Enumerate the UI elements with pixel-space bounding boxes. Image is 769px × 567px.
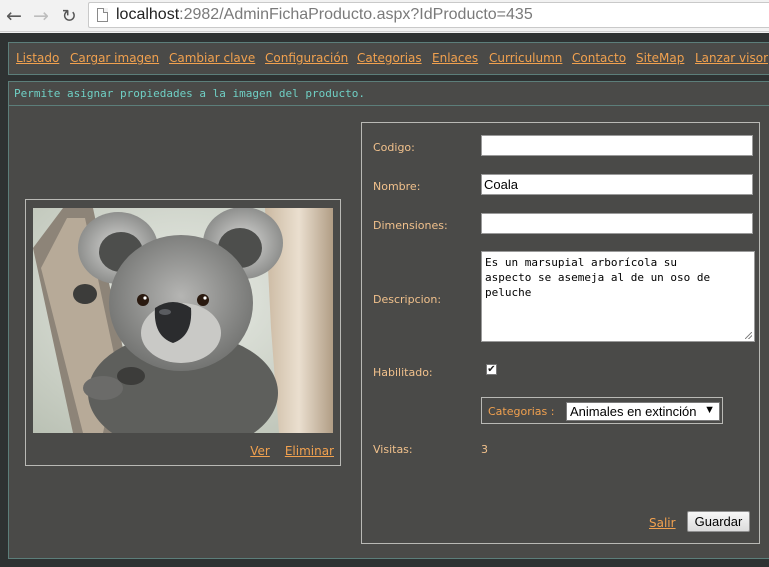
forward-icon[interactable]: → <box>30 5 52 27</box>
image-actions: Ver Eliminar <box>250 444 334 458</box>
menu-item-configuracion[interactable]: Configuración <box>265 51 348 65</box>
descripcion-label: Descripcion: <box>373 293 442 306</box>
main-panel: Permite asignar propiedades a la imagen … <box>8 81 769 559</box>
product-form: Codigo: Nombre: Coala Dimensiones: Descr… <box>361 122 760 544</box>
product-image <box>33 208 333 433</box>
koala-image <box>33 208 333 433</box>
guardar-button[interactable]: Guardar <box>687 511 750 532</box>
info-bar: Permite asignar propiedades a la imagen … <box>9 82 769 106</box>
habilitado-checkbox[interactable]: ✔ <box>486 364 497 375</box>
dimensiones-field[interactable] <box>481 213 753 234</box>
info-text: Permite asignar propiedades a la imagen … <box>14 87 365 100</box>
url-path: :2982/AdminFichaProducto.aspx?IdProducto… <box>179 6 533 23</box>
menu-item-contacto[interactable]: Contacto <box>572 51 626 65</box>
salir-link[interactable]: Salir <box>649 516 676 530</box>
dropdown-arrow-icon: ▼ <box>704 404 715 416</box>
top-menu: Listado Cargar imagen Cambiar clave Conf… <box>8 42 769 75</box>
menu-item-listado[interactable]: Listado <box>16 51 59 65</box>
visitas-label: Visitas: <box>373 443 413 456</box>
check-icon: ✔ <box>487 363 496 375</box>
back-icon[interactable]: ← <box>3 5 25 27</box>
descripcion-text: Es un marsupial arborícola su aspecto se… <box>485 256 711 299</box>
reload-icon[interactable]: ↻ <box>58 5 80 27</box>
menu-item-cargar-imagen[interactable]: Cargar imagen <box>70 51 159 65</box>
menu-item-lanzar-visor[interactable]: Lanzar visor <box>695 51 768 65</box>
codigo-field[interactable] <box>481 135 753 156</box>
habilitado-label: Habilitado: <box>373 366 433 379</box>
menu-item-curriculumn[interactable]: Curriculumn <box>489 51 562 65</box>
descripcion-textarea[interactable]: Es un marsupial arborícola su aspecto se… <box>481 251 755 342</box>
nombre-field[interactable]: Coala <box>481 174 753 195</box>
page-icon <box>97 8 108 22</box>
url-host: localhost <box>116 6 180 23</box>
url-text: localhost:2982/AdminFichaProducto.aspx?I… <box>116 6 533 24</box>
menu-item-enlaces[interactable]: Enlaces <box>432 51 478 65</box>
visitas-value: 3 <box>481 443 488 456</box>
image-panel: Ver Eliminar <box>25 199 341 466</box>
dimensiones-label: Dimensiones: <box>373 219 448 232</box>
menu-item-cambiar-clave[interactable]: Cambiar clave <box>169 51 255 65</box>
page: Listado Cargar imagen Cambiar clave Conf… <box>0 33 769 567</box>
categorias-select[interactable]: Animales en extinción ▼ <box>566 402 720 421</box>
address-bar[interactable]: localhost:2982/AdminFichaProducto.aspx?I… <box>88 2 769 28</box>
eliminar-link[interactable]: Eliminar <box>285 444 334 458</box>
categorias-value: Animales en extinción <box>570 404 697 419</box>
browser-toolbar: ← → ↻ localhost:2982/AdminFichaProducto.… <box>0 0 769 32</box>
ver-link[interactable]: Ver <box>250 444 270 458</box>
menu-item-sitemap[interactable]: SiteMap <box>636 51 684 65</box>
categorias-group: Categorias : Animales en extinción ▼ <box>481 397 723 424</box>
nombre-label: Nombre: <box>373 180 421 193</box>
codigo-label: Codigo: <box>373 141 415 154</box>
resize-grip-icon[interactable] <box>745 332 752 339</box>
categorias-label: Categorias : <box>488 405 555 418</box>
menu-item-categorias[interactable]: Categorias <box>357 51 422 65</box>
